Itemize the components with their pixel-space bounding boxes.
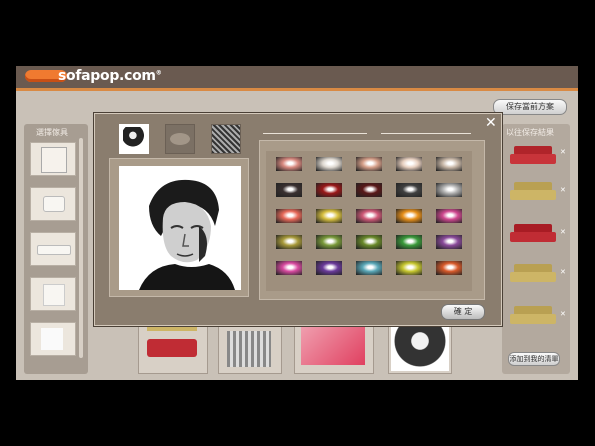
filter-swatch[interactable] bbox=[316, 183, 342, 197]
tab-portrait[interactable] bbox=[119, 124, 149, 154]
filter-swatch[interactable] bbox=[356, 209, 382, 223]
filter-swatch[interactable] bbox=[436, 157, 462, 171]
filter-swatch[interactable] bbox=[436, 183, 462, 197]
brand-logo[interactable]: sofapop.com® bbox=[58, 68, 162, 84]
header-divider bbox=[16, 88, 578, 91]
saved-results-title: 以往保存結果 bbox=[506, 128, 554, 137]
saved-results-panel: 以往保存結果 ✕ ✕ ✕ ✕ ✕ bbox=[502, 124, 570, 374]
filter-swatch[interactable] bbox=[316, 261, 342, 275]
portrait-image bbox=[119, 166, 241, 290]
filter-swatch[interactable] bbox=[356, 235, 382, 249]
preview-panel bbox=[109, 158, 249, 297]
remove-icon[interactable]: ✕ bbox=[560, 268, 566, 276]
tab-underline-1 bbox=[263, 133, 367, 134]
confirm-button[interactable]: 確 定 bbox=[441, 304, 485, 320]
filter-swatch[interactable] bbox=[356, 157, 382, 171]
remove-icon[interactable]: ✕ bbox=[560, 228, 566, 236]
filter-swatch[interactable] bbox=[316, 235, 342, 249]
tab-underline-2 bbox=[381, 133, 471, 134]
filter-swatch[interactable] bbox=[436, 261, 462, 275]
furniture-item-cushion[interactable] bbox=[30, 277, 76, 311]
filter-swatch[interactable] bbox=[396, 261, 422, 275]
preview-image bbox=[119, 166, 241, 290]
filter-swatch[interactable] bbox=[276, 235, 302, 249]
save-scheme-button[interactable]: 保存當前方案 bbox=[493, 99, 567, 115]
sofa-icon bbox=[37, 245, 71, 255]
filter-swatch[interactable] bbox=[396, 209, 422, 223]
remove-icon[interactable]: ✕ bbox=[560, 186, 566, 194]
filter-swatch[interactable] bbox=[396, 235, 422, 249]
pillow-icon bbox=[41, 328, 63, 350]
filter-palette-panel bbox=[259, 140, 485, 300]
saved-sofa-red-2[interactable] bbox=[510, 224, 556, 244]
add-to-list-button[interactable]: 添加到我的清單 bbox=[508, 352, 560, 366]
furniture-item-armchair[interactable] bbox=[30, 187, 76, 221]
furniture-item-wardrobe[interactable] bbox=[30, 142, 76, 176]
close-icon[interactable]: ✕ bbox=[485, 116, 497, 130]
cushion-icon bbox=[43, 284, 65, 306]
furniture-panel-title: 選擇傢具 bbox=[36, 128, 68, 137]
filter-palette-grid bbox=[266, 151, 472, 291]
tab-texture[interactable] bbox=[211, 124, 241, 154]
saved-sofa-red-1[interactable] bbox=[510, 146, 556, 166]
furniture-item-sofa[interactable] bbox=[30, 232, 76, 266]
saved-sofa-gold-1[interactable] bbox=[510, 182, 556, 202]
top-bar: sofapop.com® bbox=[16, 66, 578, 88]
saved-sofa-gold-2[interactable] bbox=[510, 264, 556, 284]
remove-icon[interactable]: ✕ bbox=[560, 148, 566, 156]
filter-swatch[interactable] bbox=[356, 183, 382, 197]
portrait-icon bbox=[123, 127, 145, 151]
filter-swatch[interactable] bbox=[276, 261, 302, 275]
filter-swatch[interactable] bbox=[276, 183, 302, 197]
wardrobe-icon bbox=[41, 147, 67, 173]
filter-swatch[interactable] bbox=[396, 157, 422, 171]
tab-lips[interactable] bbox=[165, 124, 195, 154]
image-filter-dialog: ✕ 確 定 bbox=[94, 113, 502, 326]
filter-swatch[interactable] bbox=[396, 183, 422, 197]
armchair-icon bbox=[43, 196, 65, 212]
remove-icon[interactable]: ✕ bbox=[560, 310, 566, 318]
filter-swatch[interactable] bbox=[356, 261, 382, 275]
saved-sofa-gold-3[interactable] bbox=[510, 306, 556, 326]
filter-swatch[interactable] bbox=[276, 209, 302, 223]
furniture-item-pillow[interactable] bbox=[30, 322, 76, 356]
filter-swatch[interactable] bbox=[436, 209, 462, 223]
furniture-scrollbar[interactable] bbox=[79, 138, 83, 358]
filter-swatch[interactable] bbox=[276, 157, 302, 171]
lips-icon bbox=[170, 133, 190, 145]
filter-swatch[interactable] bbox=[316, 157, 342, 171]
filter-swatch[interactable] bbox=[316, 209, 342, 223]
furniture-panel: 選擇傢具 bbox=[24, 124, 88, 374]
filter-swatch[interactable] bbox=[436, 235, 462, 249]
